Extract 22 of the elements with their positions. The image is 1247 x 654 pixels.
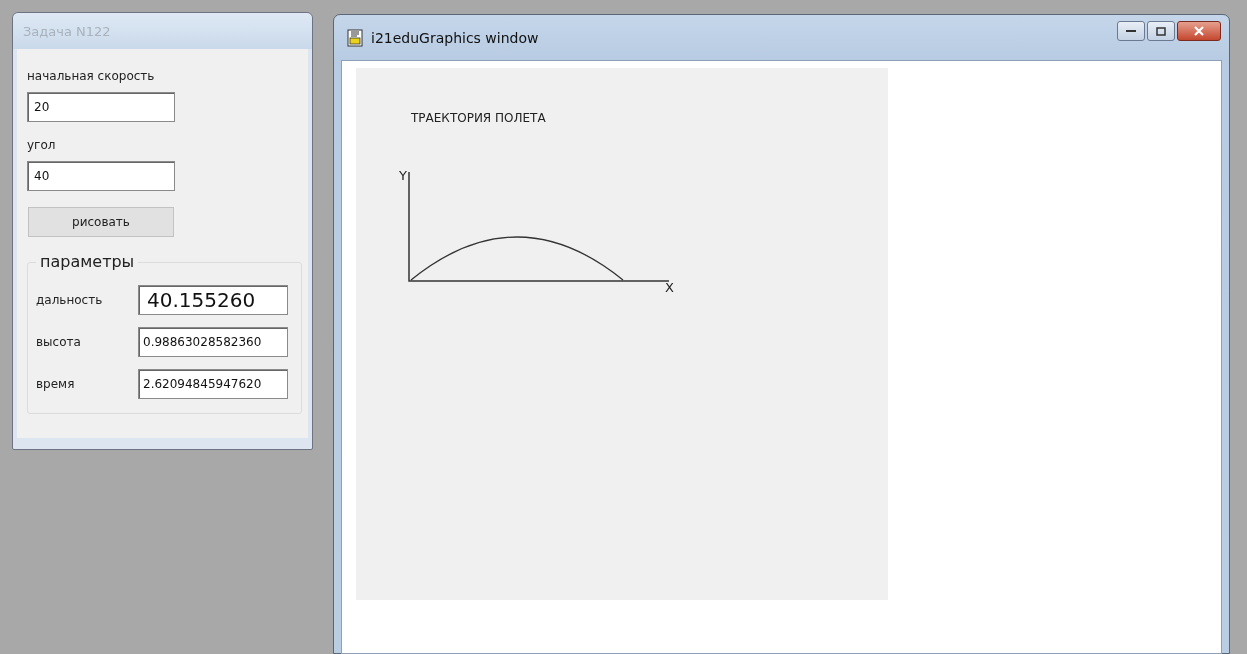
field-label: начальная скорость [27, 69, 156, 83]
minimize-icon [1126, 29, 1136, 33]
axis-label: X [665, 280, 674, 295]
input-field[interactable]: 40 [27, 161, 175, 191]
close-button[interactable] [1177, 21, 1221, 41]
field-label: время [36, 377, 76, 391]
plot-title: ТРАЕКТОРИЯ ПОЛЕТА [411, 111, 546, 125]
maximize-button[interactable] [1147, 21, 1175, 41]
field-label: угол [27, 138, 57, 152]
input-field[interactable]: 20 [27, 92, 175, 122]
output-field[interactable]: 0.98863028582360 [138, 327, 288, 357]
window-title: i21eduGraphics window [371, 29, 540, 46]
draw-button[interactable]: рисовать [28, 207, 174, 237]
app-icon [347, 28, 363, 47]
close-icon [1193, 26, 1205, 36]
field-label: высота [36, 335, 82, 349]
maximize-icon [1156, 26, 1166, 36]
field-label: дальность [36, 293, 104, 307]
output-field[interactable]: 40.155260 [138, 285, 288, 315]
minimize-button[interactable] [1117, 21, 1145, 41]
output-field[interactable]: 2.62094845947620 [138, 369, 288, 399]
axis-label: Y [399, 168, 407, 183]
